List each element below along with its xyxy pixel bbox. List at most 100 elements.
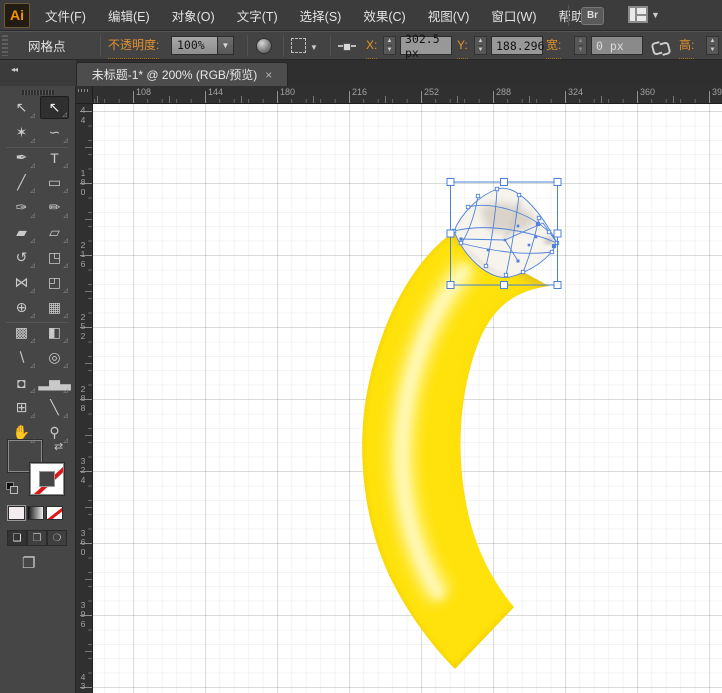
type-tool[interactable]: T◿	[40, 146, 69, 169]
tool-flyout-indicator: ◿	[30, 312, 35, 319]
ruler-label: 1 4 4	[78, 104, 88, 125]
tool-flyout-indicator: ◿	[63, 137, 68, 144]
opacity-label[interactable]: 不透明度:	[108, 32, 159, 59]
separator	[283, 35, 284, 56]
close-icon[interactable]: ×	[265, 70, 272, 80]
workspace-icon	[628, 6, 648, 23]
default-fill-stroke-icon[interactable]	[6, 482, 19, 495]
tool-flyout-indicator: ◿	[30, 287, 35, 294]
tool-flyout-indicator: ◿	[63, 187, 68, 194]
height-label[interactable]: 高:	[679, 32, 694, 59]
panel-grip[interactable]	[2, 35, 8, 56]
separator	[330, 35, 331, 56]
artwork-layer[interactable]	[93, 104, 722, 693]
line-segment-tool[interactable]: ╱◿	[7, 171, 36, 194]
screen-mode-button[interactable]: ❐	[22, 554, 35, 572]
tool-flyout-indicator: ◿	[63, 437, 68, 444]
menu-separator	[568, 5, 569, 26]
stroke-swatch[interactable]	[30, 463, 64, 495]
x-label[interactable]: X:	[366, 32, 377, 59]
chevron-down-icon[interactable]: ▼	[310, 43, 318, 52]
lasso-tool[interactable]: ∽◿	[40, 121, 69, 144]
none-button[interactable]	[46, 506, 63, 520]
width-stepper[interactable]: ▲▼	[574, 36, 587, 55]
gradient-tool[interactable]: ◧◿	[40, 321, 69, 344]
y-stepper[interactable]: ▲▼	[474, 36, 487, 55]
blob-brush-tool[interactable]: ▰◿	[7, 221, 36, 244]
tools-panel: ↖◿↖◿✶◿∽◿✒◿T◿╱◿▭◿✑◿✏◿▰◿▱◿↺◿◳◿⋈◿◰◿⊕◿▦◿▩◿◧◿…	[0, 86, 76, 693]
control-bar: 网格点 不透明度: 100% ▼ ▼ X: ▲▼ 302.5 px Y: ▲▼ …	[0, 31, 722, 60]
banana-shape[interactable]	[362, 233, 549, 669]
tool-flyout-indicator: ◿	[30, 137, 35, 144]
symbol-sprayer-tool[interactable]: ◘◿	[7, 371, 36, 394]
gradient-button[interactable]	[27, 506, 44, 520]
x-field[interactable]: 302.5 px	[400, 36, 452, 55]
chevron-down-icon[interactable]: ▼	[217, 37, 233, 54]
rectangle-tool[interactable]: ▭◿	[40, 171, 69, 194]
eraser-tool[interactable]: ▱◿	[40, 221, 69, 244]
x-stepper[interactable]: ▲▼	[383, 36, 396, 55]
vertical-ruler[interactable]: 1 4 41 8 02 1 62 5 22 8 83 2 43 6 03 9 6…	[76, 104, 93, 693]
draw-normal-mode[interactable]: ❑	[7, 530, 27, 546]
bridge-button[interactable]: Br	[581, 7, 604, 25]
canvas[interactable]	[93, 104, 722, 693]
pen-tool[interactable]: ✒◿	[7, 146, 36, 169]
eyedropper-tool[interactable]: ∖◿	[7, 346, 36, 369]
ruler-corner[interactable]	[76, 86, 93, 104]
menu-item-0[interactable]: 文件(F)	[34, 0, 97, 30]
menu-item-7[interactable]: 窗口(W)	[480, 0, 547, 30]
broken-link-icon[interactable]	[652, 40, 672, 53]
separator	[247, 35, 248, 56]
shape-builder-tool[interactable]: ⊕◿	[7, 296, 36, 319]
draw-behind-mode[interactable]: ❒	[27, 530, 47, 546]
width-tool[interactable]: ⋈◿	[7, 271, 36, 294]
menu-item-6[interactable]: 视图(V)	[417, 0, 481, 30]
y-label[interactable]: Y:	[457, 32, 468, 59]
document-tab[interactable]: 未标题-1* @ 200% (RGB/预览) ×	[76, 62, 288, 86]
tool-flyout-indicator: ◿	[30, 187, 35, 194]
recolor-artwork-icon[interactable]	[256, 38, 272, 54]
height-stepper[interactable]: ▲▼	[706, 36, 719, 55]
width-field[interactable]: 0 px	[591, 36, 643, 55]
menu-item-1[interactable]: 编辑(E)	[97, 0, 161, 30]
separator	[100, 35, 101, 56]
opacity-combobox[interactable]: 100% ▼	[171, 36, 234, 55]
collapse-panel-icon[interactable]: ◂◂	[11, 65, 17, 74]
column-graph-tool[interactable]: ▂▅▃◿	[40, 371, 69, 394]
scale-tool[interactable]: ◳◿	[40, 246, 69, 269]
menu-item-2[interactable]: 对象(O)	[161, 0, 226, 30]
horizontal-ruler[interactable]: 108144180216252288324360396	[93, 86, 722, 104]
reference-point-icon[interactable]	[338, 45, 356, 47]
ruler-label: 216	[352, 87, 367, 97]
magic-wand-tool[interactable]: ✶◿	[7, 121, 36, 144]
paintbrush-tool[interactable]: ✑◿	[7, 196, 36, 219]
free-transform-tool[interactable]: ◰◿	[40, 271, 69, 294]
panel-grip[interactable]	[22, 90, 54, 95]
artboard-tool[interactable]: ⊞◿	[7, 396, 36, 419]
color-button[interactable]	[8, 506, 25, 520]
tool-flyout-indicator: ◿	[63, 237, 68, 244]
chevron-down-icon: ▼	[651, 10, 660, 20]
menu-item-3[interactable]: 文字(T)	[226, 0, 289, 30]
rotate-tool[interactable]: ↺◿	[7, 246, 36, 269]
direct-selection-tool[interactable]: ↖◿	[40, 96, 69, 119]
menu-item-5[interactable]: 效果(C)	[352, 0, 416, 30]
perspective-grid-tool[interactable]: ▦◿	[40, 296, 69, 319]
draw-inside-mode[interactable]: ❍	[47, 530, 67, 546]
selection-tool[interactable]: ↖◿	[7, 96, 36, 119]
y-field[interactable]: 188.296	[491, 36, 543, 55]
opacity-value: 100%	[172, 37, 217, 54]
isolate-selection-icon[interactable]	[291, 38, 306, 53]
pencil-tool[interactable]: ✏◿	[40, 196, 69, 219]
menu-item-4[interactable]: 选择(S)	[289, 0, 353, 30]
ruler-label: 4 3 2	[78, 673, 88, 693]
stroke-hole	[39, 471, 55, 487]
swap-fill-stroke-icon[interactable]: ⇄	[54, 440, 63, 453]
mesh-tool[interactable]: ▩◿	[7, 321, 36, 344]
tool-flyout-indicator: ◿	[63, 362, 68, 369]
tool-flyout-indicator: ◿	[30, 112, 35, 119]
workspace-switcher[interactable]: ▼	[628, 6, 660, 23]
slice-tool[interactable]: ╲◿	[40, 396, 69, 419]
blend-tool[interactable]: ◎◿	[40, 346, 69, 369]
width-label[interactable]: 宽:	[546, 32, 561, 59]
